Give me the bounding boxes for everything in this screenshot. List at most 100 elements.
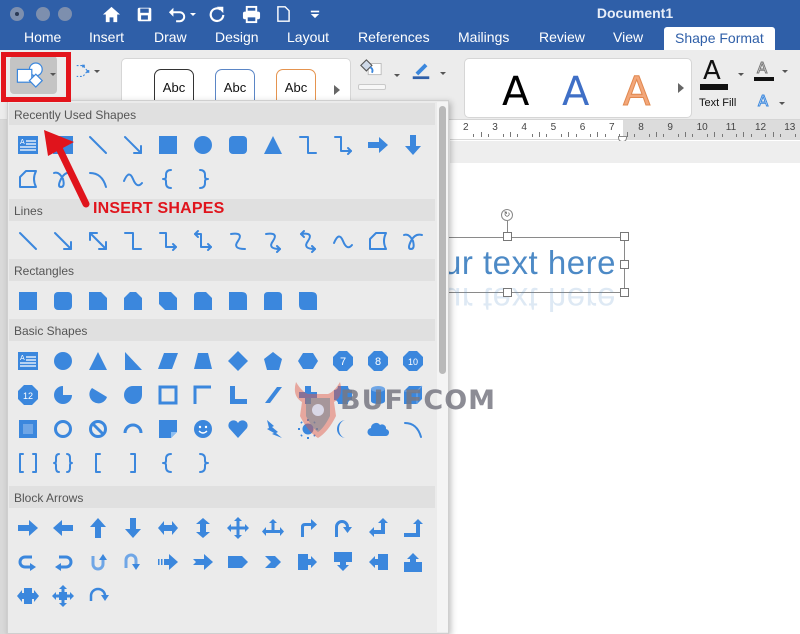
save-icon[interactable] (134, 3, 154, 25)
shape-elbow-connector[interactable] (293, 130, 323, 160)
shape-left-arrow-callout[interactable] (363, 547, 393, 577)
wordart-style-3[interactable]: A (622, 69, 650, 116)
shape-rounded-rectangle[interactable] (223, 130, 253, 160)
shape-line-arrow[interactable] (118, 130, 148, 160)
shape-diamond[interactable] (223, 346, 253, 376)
shape-pie[interactable] (48, 380, 78, 410)
text-effects-icon[interactable]: A (757, 93, 768, 109)
minimize-window-button[interactable] (36, 7, 50, 21)
text-fill-dropdown-caret[interactable] (738, 73, 744, 76)
wordart-text[interactable]: ur text here (443, 244, 616, 282)
shape-down-arrow[interactable] (118, 513, 148, 543)
shape-left-arrow[interactable] (48, 513, 78, 543)
shape-arc[interactable] (398, 414, 428, 444)
shape-elbow-connector[interactable] (118, 226, 148, 256)
shape-text-box[interactable]: A (13, 346, 43, 376)
shape-bent-up-arrow[interactable] (398, 513, 428, 543)
shape-text-box[interactable]: A (13, 130, 43, 160)
shape-curved-right-arrow[interactable] (13, 547, 43, 577)
shape-scribble[interactable] (398, 226, 428, 256)
shape-left-right-up-arrow[interactable] (258, 513, 288, 543)
shape-circular-arrow[interactable] (83, 581, 113, 611)
shape-pentagon[interactable] (258, 346, 288, 376)
tab-design[interactable]: Design (215, 29, 259, 45)
tab-shape-format[interactable]: Shape Format (664, 27, 775, 50)
shape-rectangle[interactable] (13, 286, 43, 316)
tab-draw[interactable]: Draw (154, 29, 187, 45)
shape-line-arrow[interactable] (48, 226, 78, 256)
text-effects-dropdown-caret[interactable] (779, 102, 785, 105)
shape-pentagon-arrow[interactable] (223, 547, 253, 577)
text-outline-dropdown-caret[interactable] (782, 70, 788, 73)
shape-folded-corner[interactable] (153, 414, 183, 444)
rotate-handle[interactable]: ↻ (501, 209, 513, 221)
shape-notched-right-arrow[interactable] (188, 547, 218, 577)
shape-half-frame[interactable] (188, 380, 218, 410)
shape-line-double-arrow[interactable] (83, 226, 113, 256)
shape-right-arrow-callout[interactable] (293, 547, 323, 577)
shape-outline-dropdown-caret[interactable] (440, 72, 446, 75)
shape-outline-icon[interactable] (410, 58, 432, 80)
resize-handle-bottom[interactable] (503, 288, 512, 297)
shape-isosceles-triangle[interactable] (83, 346, 113, 376)
shape-l-shape[interactable] (223, 380, 253, 410)
shape-right-arrow[interactable] (13, 513, 43, 543)
shape-double-brace[interactable] (48, 448, 78, 478)
shape-triangle[interactable] (258, 130, 288, 160)
shape-elbow-arrow-connector[interactable] (328, 130, 358, 160)
shape-round-same-side[interactable] (258, 286, 288, 316)
shape-snip-single-corner[interactable] (83, 286, 113, 316)
shape-curved-arrow-connector[interactable] (258, 226, 288, 256)
shape-chevron[interactable] (258, 547, 288, 577)
shape-freeform-shape[interactable] (13, 164, 43, 194)
shape-left-brace[interactable] (153, 164, 183, 194)
new-document-icon[interactable] (275, 3, 291, 25)
tab-layout[interactable]: Layout (287, 29, 329, 45)
shape-dodecagon[interactable]: 12 (13, 380, 43, 410)
customize-toolbar-icon[interactable] (309, 3, 321, 25)
shape-octagon[interactable]: 8 (363, 346, 393, 376)
shape-freeform-shape[interactable] (363, 226, 393, 256)
shape-round-single-corner[interactable] (223, 286, 253, 316)
shape-rounded-rectangle[interactable] (48, 286, 78, 316)
shape-right-brace[interactable] (188, 448, 218, 478)
shape-fill-dropdown-caret[interactable] (394, 74, 400, 77)
shape-bevel[interactable] (13, 414, 43, 444)
resize-handle-top-right[interactable] (620, 232, 629, 241)
shape-left-brace[interactable] (153, 448, 183, 478)
home-icon[interactable] (100, 3, 122, 25)
shape-right-bracket[interactable] (118, 448, 148, 478)
shape-heart[interactable] (223, 414, 253, 444)
shape-smiley-face[interactable] (188, 414, 218, 444)
shape-curved-up-arrow[interactable] (83, 547, 113, 577)
shape-oval[interactable] (48, 346, 78, 376)
shape-styles-more-button[interactable] (334, 85, 340, 95)
shape-u-turn-arrow[interactable] (328, 513, 358, 543)
panel-scrollbar[interactable] (437, 102, 448, 632)
close-window-button[interactable] (10, 7, 24, 21)
shape-quad-arrow[interactable] (223, 513, 253, 543)
shape-heptagon[interactable]: 7 (328, 346, 358, 376)
shape-left-right-arrow-callout[interactable] (13, 581, 43, 611)
undo-icon[interactable] (166, 3, 188, 25)
shape-donut[interactable] (48, 414, 78, 444)
redo-icon[interactable] (207, 3, 227, 25)
tab-view[interactable]: View (613, 29, 643, 45)
zoom-window-button[interactable] (58, 7, 72, 21)
shape-fill-icon[interactable] (357, 58, 385, 82)
tab-mailings[interactable]: Mailings (458, 29, 509, 45)
shape-round-diagonal[interactable] (293, 286, 323, 316)
resize-handle-top[interactable] (503, 232, 512, 241)
shape-up-arrow-callout[interactable] (398, 547, 428, 577)
panel-scrollbar-thumb[interactable] (439, 106, 446, 374)
wordart-more-button[interactable] (678, 83, 684, 93)
shape-striped-right-arrow[interactable] (153, 547, 183, 577)
shape-down-arrow-callout[interactable] (328, 547, 358, 577)
shape-snip-diagonal[interactable] (153, 286, 183, 316)
edit-shape-icon[interactable] (74, 62, 92, 80)
edit-shape-dropdown-caret[interactable] (94, 70, 100, 73)
shape-curve[interactable] (118, 164, 148, 194)
shape-chord[interactable] (83, 380, 113, 410)
shape-left-up-arrow[interactable] (363, 513, 393, 543)
shape-right-brace[interactable] (188, 164, 218, 194)
